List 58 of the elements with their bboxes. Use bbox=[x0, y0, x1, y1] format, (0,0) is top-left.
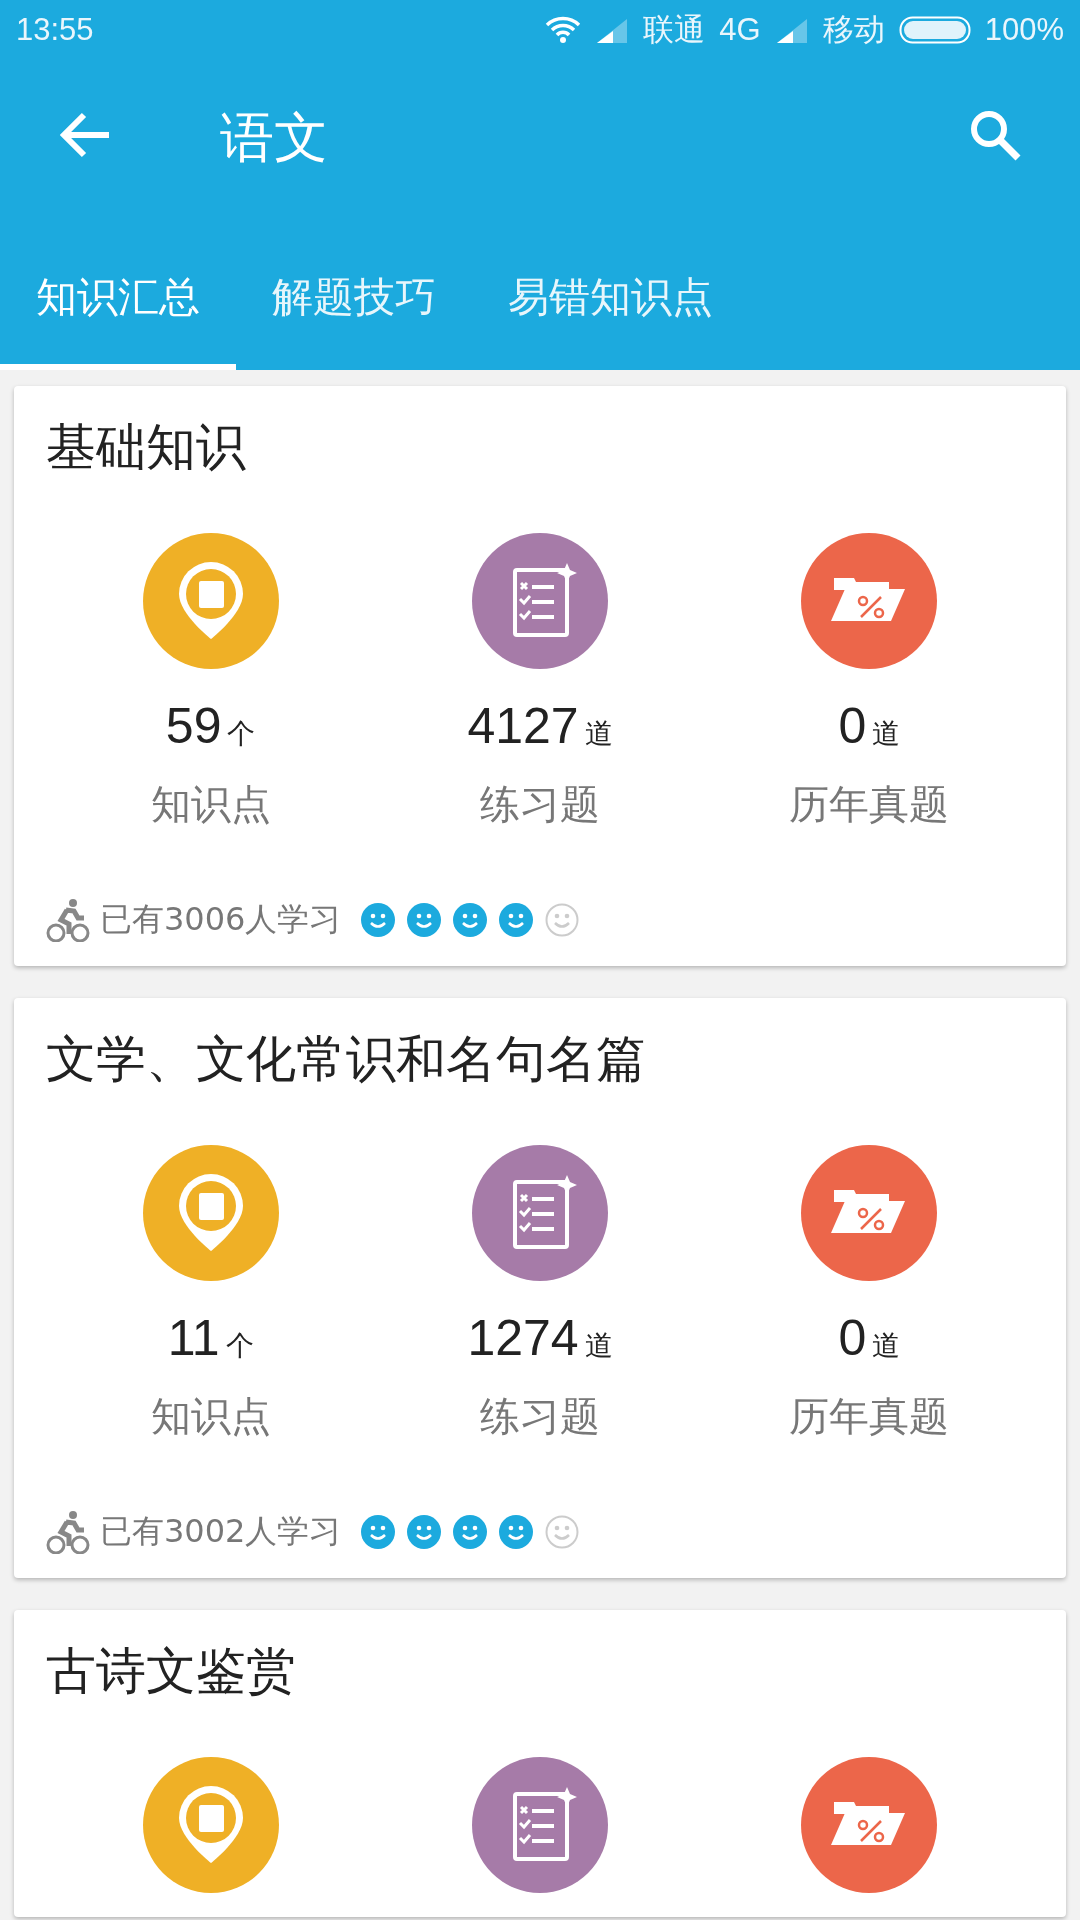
stat-count: 1274 bbox=[467, 1309, 579, 1367]
stat-label: 知识点 bbox=[150, 780, 271, 829]
card-title: 基础知识 bbox=[46, 417, 247, 478]
stat-count: 11 bbox=[167, 1309, 220, 1367]
carrier-name: 移动 bbox=[822, 11, 885, 49]
clock: 13:55 bbox=[16, 12, 94, 48]
card-title: 古诗文鉴赏 bbox=[46, 1641, 297, 1702]
percent-folder-icon bbox=[801, 1145, 938, 1281]
checklist-icon bbox=[472, 1145, 608, 1281]
book-pin-icon bbox=[142, 1757, 279, 1893]
smiley-outline-icon bbox=[545, 903, 580, 937]
page-title: 语文 bbox=[220, 105, 329, 171]
signal-icon bbox=[595, 17, 630, 43]
smiley-icon bbox=[499, 1515, 534, 1549]
percent-folder-icon bbox=[801, 1757, 938, 1893]
stat-label: 练习题 bbox=[480, 1392, 600, 1441]
topic-card[interactable]: 文学、文化常识和名句名篇 11 个 知识点 1274 道 练习题 0 道 历年真题 已有3002人学习 bbox=[14, 998, 1066, 1578]
battery-icon bbox=[898, 16, 971, 44]
cyclist-icon bbox=[46, 1510, 90, 1554]
topic-card[interactable]: 古诗文鉴赏 bbox=[14, 1610, 1066, 1917]
stat-count: 59 bbox=[165, 697, 222, 755]
stat-label: 历年真题 bbox=[789, 780, 950, 829]
smiley-icon bbox=[361, 903, 396, 937]
battery-percent: 100% bbox=[984, 12, 1064, 48]
smiley-icon bbox=[407, 903, 442, 937]
stat-unit: 道 bbox=[584, 1328, 613, 1364]
wifi-icon bbox=[545, 16, 582, 44]
carrier-name: 联通 bbox=[643, 11, 706, 49]
stat-count: 0 bbox=[838, 1309, 867, 1367]
checklist-icon bbox=[472, 533, 608, 669]
card-title: 文学、文化常识和名句名篇 bbox=[46, 1029, 647, 1090]
stat-unit: 道 bbox=[872, 716, 901, 752]
stat-unit: 个 bbox=[227, 716, 256, 752]
stat-unit: 道 bbox=[872, 1328, 901, 1364]
checklist-icon bbox=[472, 1757, 608, 1893]
book-pin-icon bbox=[142, 1145, 279, 1281]
stat-count: 0 bbox=[838, 697, 867, 755]
smiley-icon bbox=[453, 1515, 488, 1549]
network-type: 4G bbox=[719, 12, 761, 48]
topic-card[interactable]: 基础知识 59 个 知识点 4127 道 练习题 0 道 历年真题 已有3006人学习 bbox=[14, 386, 1066, 966]
percent-folder-icon bbox=[801, 533, 938, 669]
smiley-icon bbox=[453, 903, 488, 937]
learner-count: 已有3006人学习 bbox=[100, 899, 342, 940]
stat-label: 练习题 bbox=[480, 780, 600, 829]
book-pin-icon bbox=[142, 533, 279, 669]
smiley-icon bbox=[361, 1515, 396, 1549]
back-arrow-icon bbox=[59, 112, 111, 158]
stat-label: 历年真题 bbox=[789, 1392, 950, 1441]
stat-unit: 道 bbox=[584, 716, 613, 752]
smiley-outline-icon bbox=[545, 1515, 580, 1549]
stat-count: 4127 bbox=[467, 697, 579, 755]
smiley-icon bbox=[499, 903, 534, 937]
learner-count: 已有3002人学习 bbox=[100, 1511, 342, 1552]
cyclist-icon bbox=[46, 898, 90, 942]
stat-label: 知识点 bbox=[150, 1392, 271, 1441]
smiley-icon bbox=[407, 1515, 442, 1549]
stat-unit: 个 bbox=[225, 1328, 254, 1364]
search-icon bbox=[968, 108, 1022, 162]
